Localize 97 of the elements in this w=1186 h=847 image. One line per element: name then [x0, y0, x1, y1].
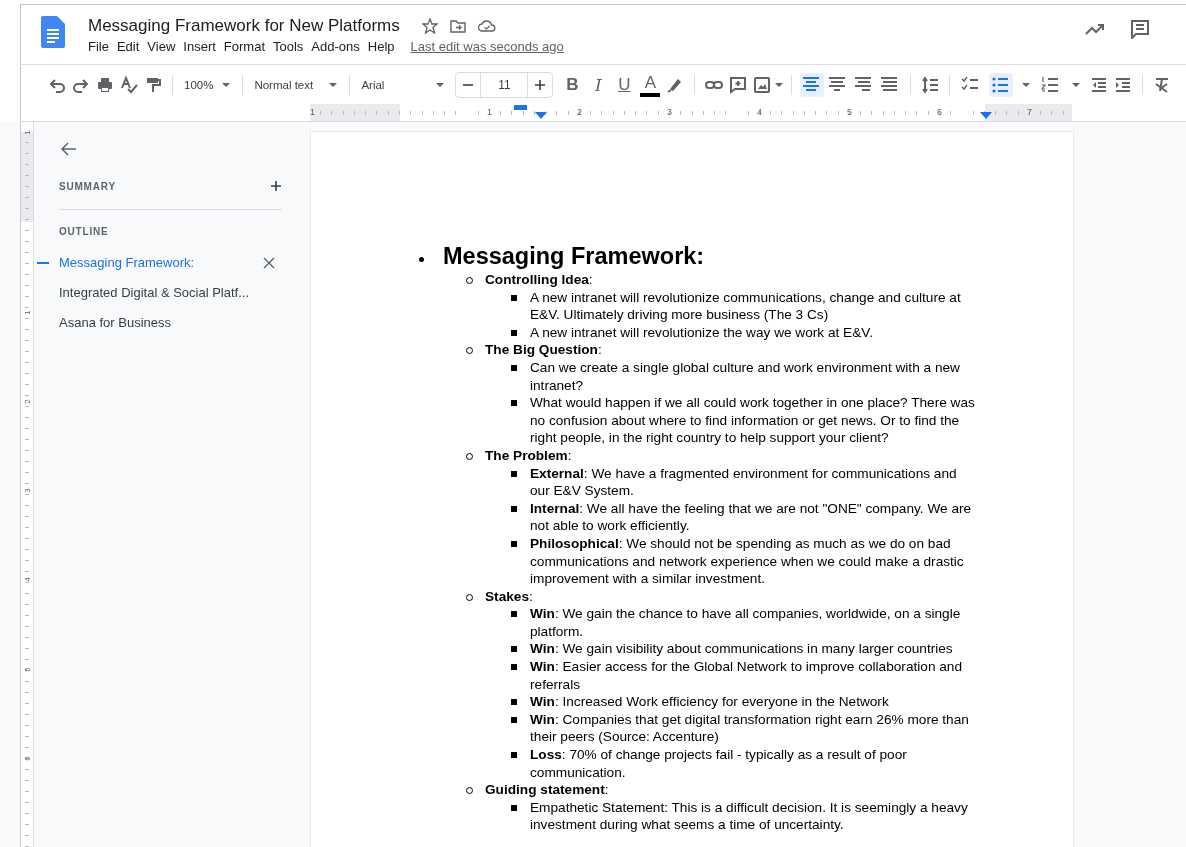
style-dropdown[interactable]: Normal text	[250, 71, 343, 98]
section-title: Controlling Idea:	[485, 271, 593, 289]
list-paragraph: Win: Easier access for the Global Network to improve collaboration and referrals	[530, 658, 964, 694]
list-paragraph: A new intranet will revolutionize the way we work at E&V.	[530, 323, 874, 342]
caret-icon	[328, 81, 339, 88]
section-title: The Problem:	[485, 446, 572, 465]
image-icon[interactable]	[752, 74, 773, 95]
bulleted-list-button[interactable]	[989, 72, 1014, 97]
indent-marker-icon[interactable]	[514, 105, 527, 110]
section-title: Stakes:	[485, 587, 533, 606]
cloud-icon[interactable]	[477, 17, 496, 34]
ruler-number: 6	[937, 107, 942, 117]
square-bullet-icon	[511, 716, 517, 723]
bullet-icon	[419, 256, 424, 262]
align-left-button[interactable]	[800, 72, 825, 97]
ruler-number: 5	[847, 107, 852, 117]
list-paragraph: Empathetic Statement: This is a difficult decision. It is seemingly a heavy investment during what seems a time of uncertainty.	[530, 798, 969, 834]
caret-icon	[221, 81, 232, 88]
outline-label: OUTLINE	[59, 226, 110, 237]
square-bullet-icon	[511, 505, 517, 512]
indent-marker-icon[interactable]	[535, 112, 547, 119]
document-title[interactable]: Messaging Framework for New Platforms	[88, 15, 400, 36]
close-icon[interactable]	[263, 257, 275, 269]
list-paragraph: Internal: We all have the feeling that we are not "ONE" company. We are not able to work efficiently.	[530, 499, 973, 535]
ruler-number: 7	[1027, 107, 1032, 117]
list-paragraph: Win: We gain the chance to have all companies, worldwide, on a single platform.	[530, 605, 962, 641]
ruler-number: 2	[22, 398, 32, 406]
list-paragraph: Can we create a single global culture and work environment with a new intranet?	[530, 358, 961, 395]
menu-item[interactable]: Insert	[179, 38, 220, 54]
list-paragraph: Philosophical: We should not be spending as much as we do on bad communications and network experience when we could make a drastic improvement with a similar investment.	[530, 534, 965, 588]
caret-icon[interactable]	[774, 81, 785, 88]
list-paragraph: What would happen if we all could work together in one place? There was no confusion about where to find information or get news. Or to find the right people, in the right country to help support your client?	[530, 394, 976, 447]
folder-icon[interactable]	[449, 17, 466, 34]
menu-item[interactable]: Help	[363, 38, 399, 54]
list-paragraph: External: We have a fragmented environment for communications and our E&V System.	[530, 464, 958, 500]
ruler-number: 4	[757, 107, 762, 117]
outline-item[interactable]: Integrated Digital & Social Platf...	[59, 278, 275, 308]
square-bullet-icon	[511, 646, 517, 653]
last-edit-link[interactable]: Last edit was seconds ago	[410, 38, 564, 54]
menu-item[interactable]: Edit	[112, 38, 144, 54]
list-paragraph: Win: We gain visibility about communications in many larger countries	[530, 640, 954, 659]
section-title: Guiding statement:	[485, 781, 609, 799]
selected-indicator	[37, 262, 49, 264]
menu-item[interactable]: Add-ons	[307, 38, 364, 54]
square-bullet-icon	[511, 540, 517, 547]
list-paragraph: A new intranet will revolutionize communications, change and culture at E&V. Ultimately driving more business (The 3 Cs)	[530, 288, 962, 324]
star-icon[interactable]	[421, 17, 438, 34]
square-bullet-icon	[511, 699, 517, 706]
summary-label: SUMMARY	[59, 180, 116, 192]
caret-icon[interactable]	[1021, 81, 1032, 88]
ruler-number: 4	[22, 576, 32, 584]
horizontal-ruler[interactable]: 1 1 2 3 4 5 6 7	[310, 104, 1072, 121]
square-bullet-icon	[511, 611, 517, 618]
menu-item[interactable]: File	[84, 38, 113, 54]
underline-button[interactable]: U	[611, 71, 638, 98]
square-bullet-icon	[511, 664, 517, 671]
outline-item[interactable]: Asana for Business	[59, 308, 275, 338]
caret-icon	[435, 81, 446, 88]
square-bullet-icon	[511, 364, 517, 371]
line-spacing-icon[interactable]	[920, 74, 941, 95]
list-paragraph: Loss: 70% of change projects fail - typically as a result of poor communication.	[530, 746, 908, 782]
bold-button[interactable]: B	[559, 71, 586, 98]
ruler-number: 3	[667, 107, 672, 117]
menu-item[interactable]: View	[143, 38, 180, 54]
list-paragraph: Win: Companies that get digital transformation right earn 26% more than their peers (Source: Accenture)	[530, 710, 970, 747]
square-bullet-icon	[511, 804, 517, 811]
font-dropdown[interactable]: Arial	[357, 71, 450, 98]
square-bullet-icon	[511, 400, 517, 407]
ruler-number: 6	[22, 755, 32, 763]
section-title: The Big Question:	[485, 341, 602, 359]
square-bullet-icon	[511, 752, 517, 759]
ruler-number: 1	[22, 309, 32, 317]
spellcheck-icon[interactable]	[119, 74, 139, 95]
add-comment-icon[interactable]	[728, 74, 749, 95]
menu-item[interactable]: Tools	[269, 38, 308, 54]
zoom-dropdown[interactable]: 100%	[180, 71, 236, 98]
indent-marker-icon[interactable]	[980, 112, 992, 119]
outline-item[interactable]: Messaging Framework:	[59, 248, 275, 278]
square-bullet-icon	[511, 294, 517, 301]
square-bullet-icon	[511, 470, 517, 477]
square-bullet-icon	[511, 329, 517, 336]
ruler-number: 1	[487, 107, 492, 117]
ruler-number: 1	[310, 107, 315, 117]
text-color-button[interactable]: A	[640, 72, 661, 97]
caret-icon[interactable]	[1071, 81, 1082, 88]
docs-logo-icon[interactable]	[41, 15, 65, 48]
document-heading: Messaging Framework:	[443, 242, 705, 270]
ruler-number: 3	[22, 487, 32, 495]
italic-button[interactable]: I	[585, 71, 612, 98]
comments-icon[interactable]	[1130, 19, 1150, 39]
back-arrow-icon[interactable]	[61, 142, 77, 156]
plus-icon[interactable]	[270, 180, 282, 192]
ruler-number: 2	[577, 107, 582, 117]
ruler-number: 5	[22, 666, 32, 674]
list-paragraph: Win: Increased Work efficiency for everyone in the Network	[530, 693, 890, 711]
ruler-number: 1	[22, 129, 32, 137]
menu-item[interactable]: Format	[219, 38, 269, 54]
